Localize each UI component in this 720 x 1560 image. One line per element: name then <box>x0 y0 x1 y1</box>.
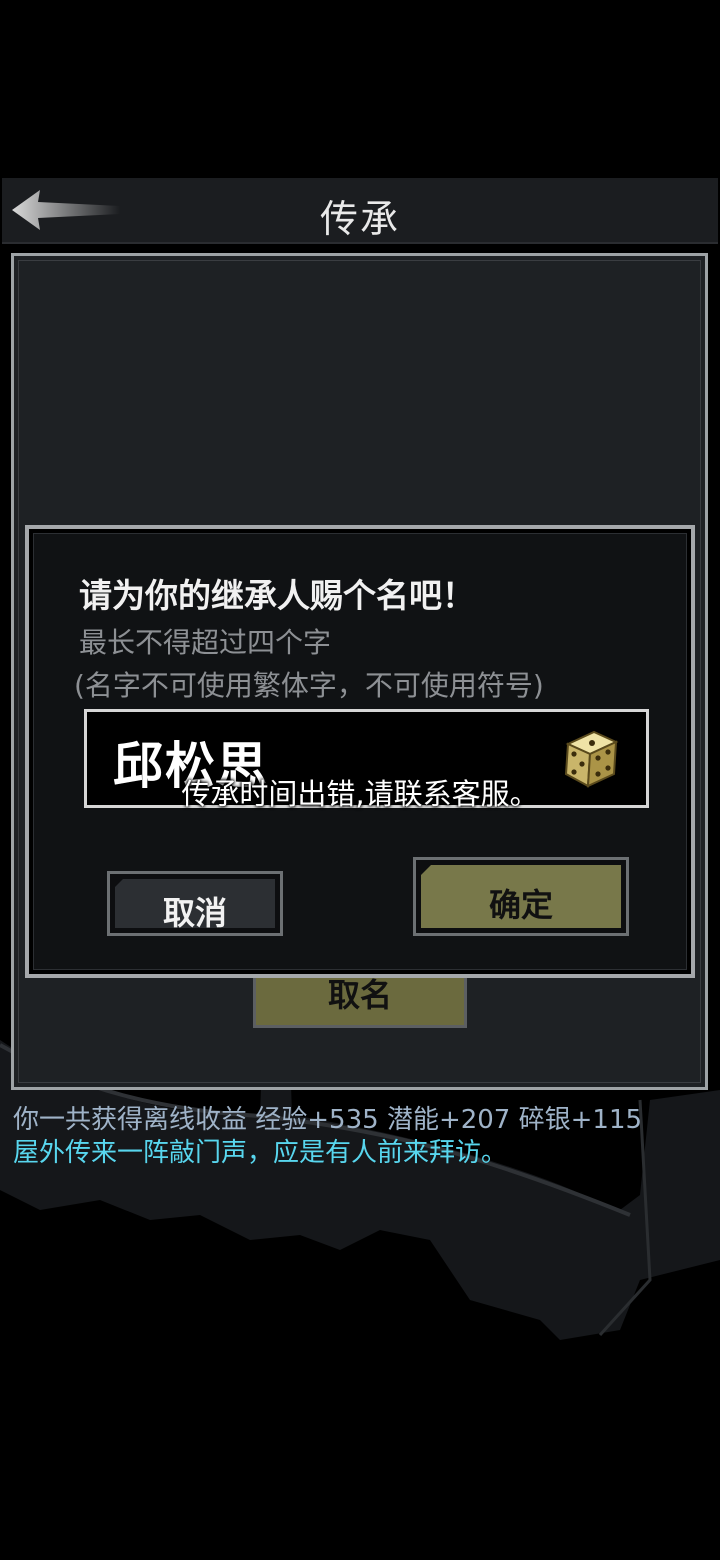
length-hint: 最长不得超过四个字 <box>79 626 332 659</box>
cancel-button-label: 取消 <box>162 894 227 932</box>
character-rule-hint: (名字不可使用繁体字，不可使用符号) <box>74 669 544 702</box>
error-toast: 传承时间出错,请联系客服。 <box>181 777 539 811</box>
dialog-title: 请为你的继承人赐个名吧！ <box>79 576 475 615</box>
confirm-button[interactable]: 确定 <box>413 857 629 936</box>
visitor-event-message: 屋外传来一阵敲门声，应是有人前来拜访。 <box>13 1138 508 1168</box>
message-log: 你一共获得离线收益 经验+535 潜能+207 碎银+115 屋外传来一阵敲门声… <box>13 1104 713 1170</box>
cancel-button[interactable]: 取消 <box>107 871 283 936</box>
header-bar: 传承 <box>2 178 718 244</box>
offline-income-message: 你一共获得离线收益 经验+535 潜能+207 碎银+115 <box>13 1105 643 1135</box>
confirm-button-label: 确定 <box>488 886 553 924</box>
page-title: 传承 <box>319 197 400 241</box>
